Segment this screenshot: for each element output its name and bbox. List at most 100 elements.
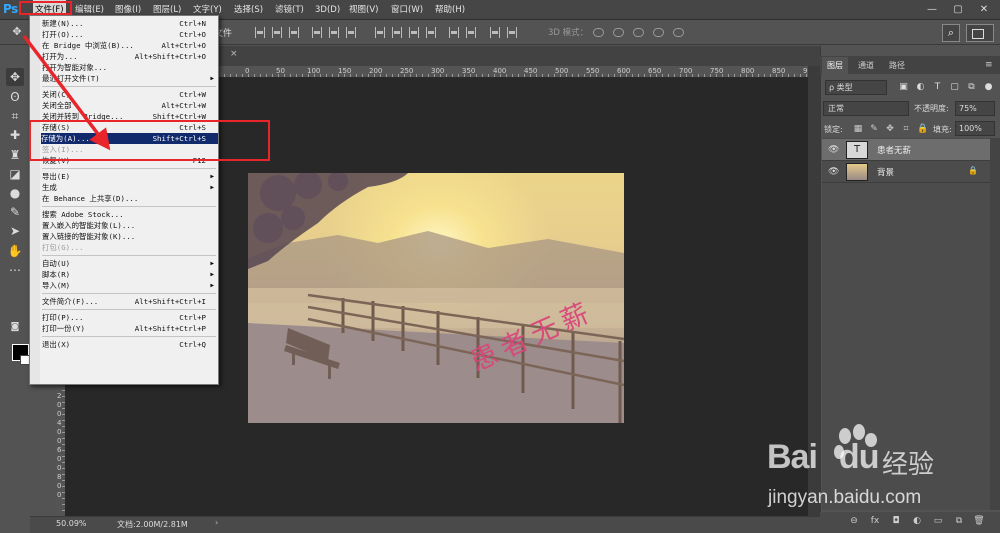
align-top-icon[interactable] [255,27,265,38]
menu-view[interactable]: 视图(V) [347,0,380,20]
menu-help[interactable]: 帮助(H) [433,0,467,20]
filter-shape-icon[interactable]: ▢ [949,81,960,93]
delete-layer-icon[interactable]: 🗑 [973,515,985,527]
zoom-level[interactable]: 50.09% [56,519,87,528]
new-group-icon[interactable]: ▭ [932,515,944,527]
3d-orbit-icon[interactable] [593,28,604,37]
document-image[interactable]: 患者无薪 [248,173,624,423]
add-mask-icon[interactable]: ◘ [890,515,902,527]
menu-3d[interactable]: 3D(D) [313,0,342,20]
quick-mask-icon[interactable]: ◙ [6,318,24,336]
menu-window[interactable]: 窗口(W) [389,0,425,20]
close-window-icon[interactable]: ✕ [974,0,994,20]
lock-position-icon[interactable]: ✥ [885,124,895,134]
document-tab-close-icon[interactable]: × [230,49,238,59]
filter-adjustment-icon[interactable]: ◐ [915,81,926,93]
file-menu-item[interactable]: 打印(P)... Ctrl+P [42,312,218,323]
align-right-icon[interactable] [346,27,356,38]
align-bottom-icon[interactable] [289,27,299,38]
file-menu-item[interactable]: 导出(E) ▶ [42,171,218,182]
healing-brush-icon[interactable]: ✚ [6,126,24,144]
file-menu-item[interactable]: 打开为... Alt+Shift+Ctrl+O [42,51,218,62]
file-menu-item[interactable]: 打开(O)... Ctrl+O [42,29,218,40]
file-menu-item[interactable]: 文件简介(F)... Alt+Shift+Ctrl+I [42,296,218,307]
file-menu-item[interactable]: 新建(N)... Ctrl+N [42,18,218,29]
eraser-tool-icon[interactable]: ◪ [6,165,24,183]
lasso-tool-icon[interactable]: ʘ [6,88,24,106]
3d-roll-icon[interactable] [613,28,624,37]
restore-icon[interactable]: ▢ [948,0,968,20]
visibility-eye-icon[interactable]: 👁 [828,145,839,155]
lock-transparent-icon[interactable]: ▦ [853,124,863,134]
distribute-left-icon[interactable] [426,27,436,38]
filter-smart-object-icon[interactable]: ⧉ [966,81,977,93]
file-menu-item[interactable]: 关闭全部 Alt+Ctrl+W [42,100,218,111]
adjustment-layer-icon[interactable]: ◐ [911,515,923,527]
file-menu-item[interactable]: 搜索 Adobe Stock... [42,209,218,220]
file-menu-item[interactable]: 最近打开文件(T) ▶ [42,73,218,84]
layer-name[interactable]: 患者无薪 [877,144,911,156]
workspace-switcher-button[interactable] [966,24,994,42]
filter-type-icon[interactable]: T [932,81,943,93]
align-left-icon[interactable] [312,27,322,38]
lock-image-icon[interactable]: ✎ [869,124,879,134]
blur-tool-icon[interactable]: ● [6,184,24,202]
3d-slide-icon[interactable] [653,28,664,37]
align-hcenter-icon[interactable] [329,27,339,38]
file-menu-item[interactable]: 自动(U) ▶ [42,258,218,269]
distribute-hcenter-icon[interactable] [449,27,459,38]
distribute-right-icon[interactable] [466,27,476,38]
menu-filter[interactable]: 滤镜(T) [273,0,306,20]
link-layers-icon[interactable]: ⊖ [848,515,860,527]
file-menu-item[interactable]: 置入嵌入的智能对象(L)... [42,220,218,231]
minimize-icon[interactable]: — [922,0,942,20]
menu-select[interactable]: 选择(S) [232,0,265,20]
blend-mode-select[interactable]: 正常 [823,101,909,116]
visibility-eye-icon[interactable]: 👁 [828,167,839,177]
layer-name[interactable]: 背景 [877,166,894,178]
new-layer-icon[interactable]: ⧉ [953,515,965,527]
file-menu-item[interactable]: 退出(X) Ctrl+Q [42,339,218,350]
opacity-input[interactable]: 75% [955,101,995,116]
file-menu-item[interactable]: 打开为智能对象... [42,62,218,73]
layers-scrollbar[interactable] [990,138,1000,510]
lock-all-icon[interactable]: 🔒 [917,124,928,134]
status-menu-arrow-icon[interactable]: › [215,518,218,527]
filter-toggle-icon[interactable]: ● [983,81,994,93]
file-menu-item[interactable]: 打印一份(Y) Alt+Shift+Ctrl+P [42,323,218,334]
file-menu-item[interactable]: 关闭(C) Ctrl+W [42,89,218,100]
auto-align-icon[interactable] [490,27,500,38]
filter-pixel-icon[interactable]: ▣ [898,81,909,93]
file-menu-item[interactable]: 脚本(R) ▶ [42,269,218,280]
layer-row-text[interactable]: 👁 T 患者无薪 [822,139,990,161]
distribute-bottom-icon[interactable] [409,27,419,38]
tab-channels[interactable]: 通道 [853,57,879,74]
3d-pan-icon[interactable] [633,28,644,37]
align-vcenter-icon[interactable] [272,27,282,38]
file-menu-item[interactable]: 置入链接的智能对象(K)... [42,231,218,242]
hand-tool-icon[interactable]: ✋ [6,242,24,260]
tab-paths[interactable]: 路径 [884,57,910,74]
tab-layers[interactable]: 图层 [822,57,848,74]
file-menu-item[interactable]: 导入(M) ▶ [42,280,218,291]
search-icon[interactable]: ⌕ [942,24,960,42]
distribute-vcenter-icon[interactable] [392,27,402,38]
move-tool-preset-icon[interactable]: ✥ [8,23,26,41]
fill-input[interactable]: 100% [955,121,995,136]
path-selection-icon[interactable]: ➤ [6,222,24,240]
3d-scale-icon[interactable] [673,28,684,37]
panel-menu-icon[interactable]: ≡ [985,60,993,70]
layer-row-background[interactable]: 👁 背景 🔒 [822,161,990,183]
layer-style-icon[interactable]: fx [869,515,881,527]
lock-artboard-icon[interactable]: ⌗ [901,124,911,134]
arrange-icon[interactable] [507,27,517,38]
clone-stamp-icon[interactable]: ♜ [6,146,24,164]
pen-tool-icon[interactable]: ✎ [6,203,24,221]
file-menu-item[interactable]: 生成 ▶ [42,182,218,193]
more-tools-icon[interactable]: ⋯ [6,261,24,279]
layer-filter-select[interactable]: ⍴ 类型 [825,80,887,95]
crop-tool-icon[interactable]: ⌗ [6,107,24,125]
file-menu-item[interactable]: 在 Bridge 中浏览(B)... Alt+Ctrl+O [42,40,218,51]
move-tool-icon[interactable]: ✥ [6,68,24,86]
distribute-top-icon[interactable] [375,27,385,38]
